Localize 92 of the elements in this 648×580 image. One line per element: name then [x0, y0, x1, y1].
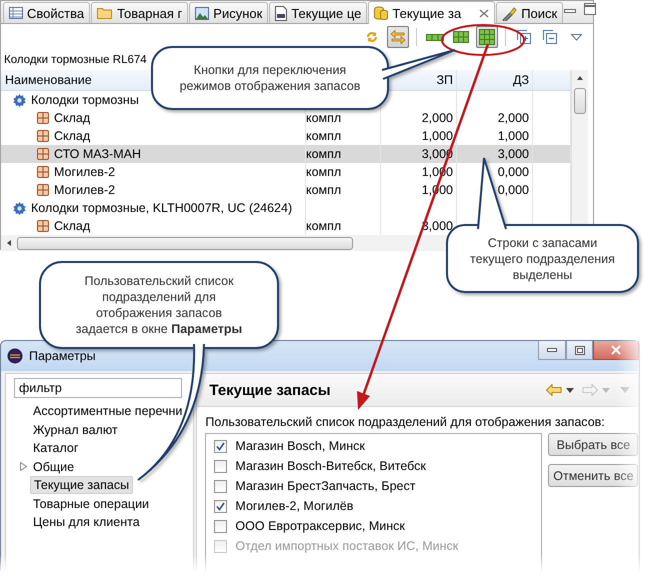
tab[interactable]: Свойства	[3, 2, 90, 23]
column-header[interactable]: ДЗ	[512, 73, 529, 87]
gear-icon	[13, 94, 26, 106]
tree-item[interactable]: Текущие запасы	[30, 476, 134, 494]
collapse-all-icon	[543, 30, 557, 44]
swap-arrows-icon	[390, 29, 406, 45]
tree-item[interactable]: Ассортиментные перечни	[30, 403, 186, 420]
grid-row-icon	[426, 33, 444, 41]
flashlight-icon	[502, 6, 518, 20]
grid-icon	[479, 29, 495, 45]
table-icon	[9, 7, 23, 19]
tree-item[interactable]: Общие	[30, 458, 78, 475]
image-icon	[195, 6, 210, 20]
tab[interactable]: Поиск	[496, 2, 564, 23]
checkbox-label[interactable]: Могилев-2, Могилёв	[235, 499, 354, 513]
table-cell: 3,000	[498, 147, 529, 161]
store-icon	[37, 166, 49, 178]
store-icon	[37, 184, 49, 196]
table-cell: 2,000	[498, 111, 529, 125]
grid-rows-icon	[453, 31, 469, 43]
checkbox[interactable]	[214, 500, 228, 512]
checkbox-label[interactable]: ООО Евротраксервис, Минск	[235, 519, 405, 533]
table-cell: компл	[306, 165, 342, 179]
dropdown-icon[interactable]	[566, 388, 574, 392]
tree-item[interactable]: Журнал валют	[30, 422, 121, 438]
close-icon[interactable]	[479, 8, 490, 18]
tree-item[interactable]: Товарные операции	[30, 496, 152, 512]
table-cell: СТО МАЗ-МАН	[54, 147, 141, 161]
column-header[interactable]: Наименование	[5, 73, 92, 87]
maximize-icon[interactable]	[584, 3, 596, 15]
scrollbar-thumb[interactable]	[17, 236, 353, 250]
sync-icon	[365, 30, 379, 44]
checkbox[interactable]	[214, 480, 228, 492]
item-title: Колодки тормозные RL674	[4, 54, 147, 66]
checkbox-label[interactable]: Магазин Bosch-Витебск, Витебск	[235, 459, 426, 473]
store-icon	[37, 148, 49, 160]
table-cell: 0,000	[498, 183, 529, 197]
table-cell: компл	[306, 111, 342, 125]
checkbox[interactable]	[214, 520, 228, 532]
maximize-button[interactable]	[566, 341, 593, 360]
tab[interactable]: Товарная г	[91, 2, 188, 23]
table-cell: Склад	[54, 219, 90, 233]
checkbox[interactable]	[214, 460, 228, 472]
dialog-button[interactable]: Отменить все	[548, 464, 638, 487]
callout-text: Строки с запасами текущего подразделения выделены	[469, 234, 616, 282]
coins-icon	[374, 6, 388, 20]
table-cell: Склад	[54, 129, 90, 143]
window-title: Параметры	[29, 349, 96, 363]
table-cell: Колодки тормозны	[31, 93, 139, 107]
tab[interactable]: Текущие за	[368, 1, 496, 24]
tree-item[interactable]: Цены для клиента	[30, 514, 143, 530]
callout-text: Пользовательский список подразделений для отображения запасов задается в окне Параметры	[74, 273, 244, 337]
table-cell: 1,000	[422, 129, 453, 143]
tab[interactable]: Текущие це	[269, 2, 368, 23]
store-icon	[37, 130, 49, 142]
filter-field[interactable]: фильтр	[14, 378, 182, 398]
minimize-icon	[547, 348, 557, 352]
document-icon	[275, 6, 288, 20]
menu-icon	[570, 34, 582, 40]
table-cell: 1,000	[498, 129, 529, 143]
checkbox[interactable]	[214, 440, 228, 452]
table-cell: Склад	[54, 111, 90, 125]
close-button[interactable]	[593, 341, 639, 360]
table-cell: 2,000	[422, 111, 453, 125]
table-cell: компл	[306, 147, 342, 161]
checkbox-label[interactable]: Магазин Bosch, Минск	[235, 439, 365, 453]
table-cell: компл	[306, 219, 342, 233]
close-icon	[611, 345, 621, 355]
tree-item[interactable]: Каталог	[30, 440, 82, 456]
tab[interactable]: Рисунок	[189, 2, 268, 23]
scrollbar-thumb[interactable]	[574, 88, 586, 114]
column-header[interactable]: ЗП	[436, 73, 453, 87]
table-cell: компл	[306, 183, 342, 197]
maximize-icon	[574, 346, 584, 354]
list-label: Пользовательский список подразделений для отображения запасов:	[204, 414, 606, 431]
page-title: Текущие запасы	[209, 382, 331, 398]
dialog-button[interactable]: Выбрать все	[548, 433, 638, 456]
expand-icon[interactable]	[20, 462, 26, 472]
toolbar-button[interactable]	[476, 26, 498, 48]
folder-icon	[97, 7, 114, 19]
minimize-button[interactable]	[538, 341, 566, 360]
store-icon	[37, 220, 49, 232]
store-icon	[37, 112, 49, 124]
checkbox-label[interactable]: Магазин БрестЗапчасть, Брест	[235, 479, 416, 493]
table-cell: Колодки тормозные, KLTH0007R, UC (24624)	[31, 201, 292, 215]
table-cell: Могилев-2	[54, 183, 116, 197]
table-cell: 0,000	[498, 165, 529, 179]
gear-icon	[13, 202, 26, 214]
callout-text: Кнопки для переключения режимов отображения запасов	[178, 62, 362, 94]
table-cell: компл	[306, 129, 342, 143]
table-cell: Могилев-2	[54, 165, 116, 179]
expand-all-icon	[517, 30, 531, 44]
